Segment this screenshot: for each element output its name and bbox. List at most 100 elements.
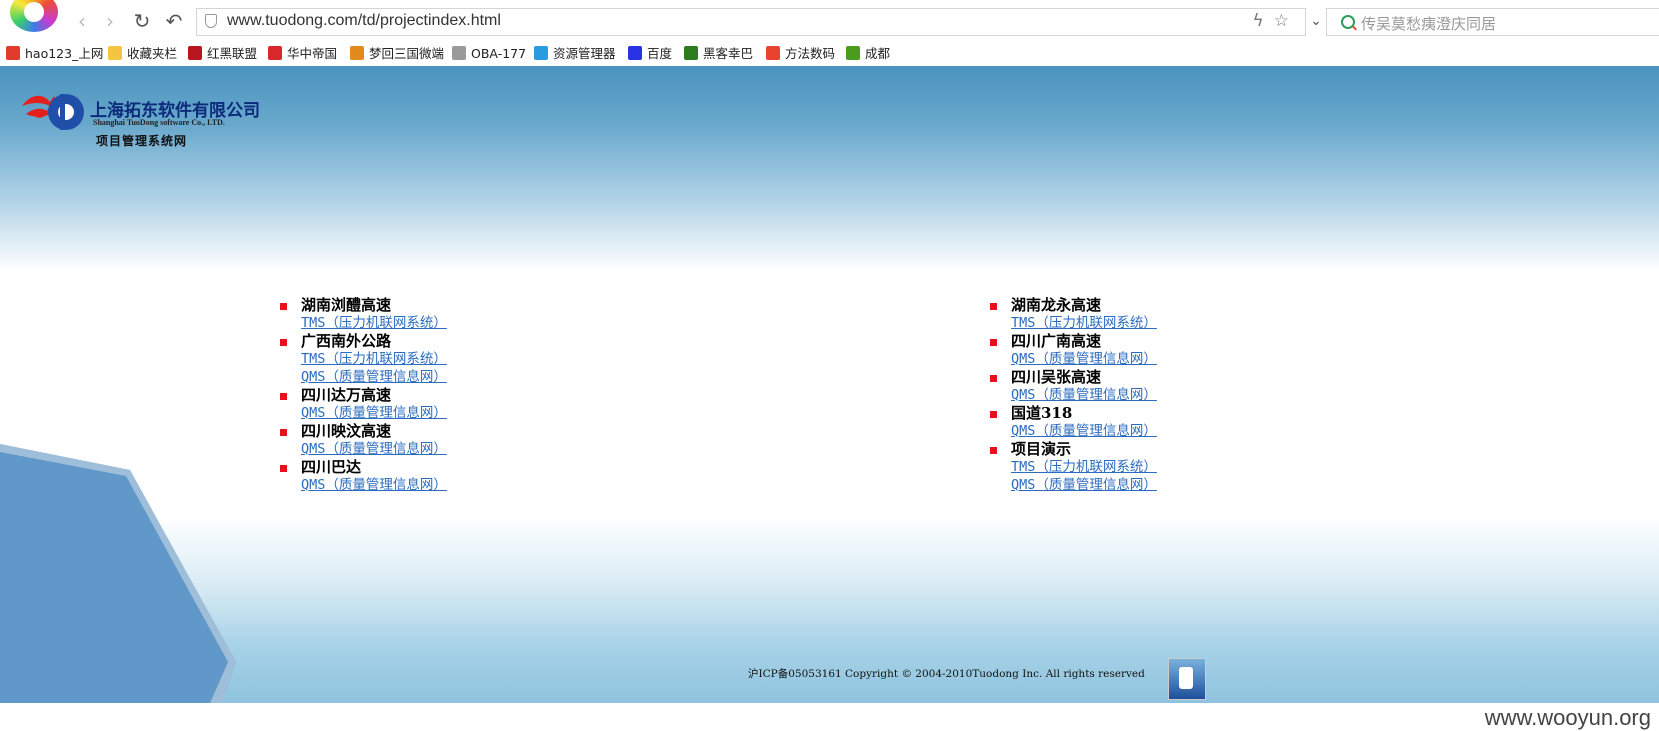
search-icon	[1341, 15, 1355, 29]
bookmark-item[interactable]: 红黑联盟	[188, 45, 257, 63]
page-content: 上海拓东软件有限公司 Shanghai TuoDong software Co.…	[0, 66, 1659, 703]
bullet-icon	[280, 393, 287, 400]
watermark: www.wooyun.org	[1484, 705, 1651, 730]
project-name: 广西南外公路	[301, 332, 392, 350]
project-name: 四川吴张高速	[1011, 368, 1102, 386]
url-text[interactable]: www.tuodong.com/td/projectindex.html	[227, 12, 501, 30]
bookmark-label: 百度	[647, 46, 673, 61]
bottom-strip: www.wooyun.org	[0, 703, 1659, 730]
bookmark-item[interactable]: 资源管理器	[534, 45, 616, 63]
green-square-icon	[846, 46, 860, 60]
site-subtitle: 项目管理系统网	[96, 134, 188, 148]
globe-icon	[534, 46, 548, 60]
undo-icon[interactable]: ↶	[162, 9, 186, 33]
bookmarks-bar: hao123_上网 收藏夹栏 红黑联盟 华中帝国 梦回三国微端 OBA-177 资源管理器 百…	[0, 42, 1659, 67]
bookmark-label: 红黑联盟	[207, 46, 258, 61]
logo-gear-icon	[22, 94, 84, 130]
bookmark-label: 梦回三国微端	[369, 46, 445, 61]
project-name: 四川巴达	[301, 458, 362, 476]
project-list-right: 湖南龙永高速 TMS（压力机联网系统） 四川广南高速 QMS（质量管理信息网） 四川吴张…	[990, 296, 1157, 494]
project-system-link[interactable]: TMS（压力机联网系统）	[301, 314, 447, 332]
project-name: 项目演示	[1011, 440, 1072, 458]
project-system-link[interactable]: TMS（压力机联网系统）	[1011, 314, 1157, 332]
browser-toolbar: ‹ › ↻ ↶ www.tuodong.com/td/projectindex.…	[0, 0, 1659, 43]
footer-badge-icon[interactable]	[1168, 658, 1206, 700]
project-system-link[interactable]: QMS（质量管理信息网）	[301, 404, 447, 422]
page-icon	[452, 46, 466, 60]
bookmark-item[interactable]: 收藏夹栏	[108, 45, 177, 63]
bookmark-item[interactable]: 梦回三国微端	[350, 45, 444, 63]
bullet-icon	[280, 465, 287, 472]
project-system-link[interactable]: QMS（质量管理信息网）	[1011, 422, 1157, 440]
project-item: 国道318 QMS（质量管理信息网）	[990, 404, 1157, 440]
tree-icon	[684, 46, 698, 60]
bookmark-item[interactable]: 百度	[628, 45, 672, 63]
bookmark-label: 华中帝国	[287, 46, 338, 61]
forward-icon[interactable]: ›	[98, 9, 122, 33]
bullet-icon	[990, 375, 997, 382]
bookmark-label: OBA-177	[471, 46, 527, 61]
project-item: 四川广南高速 QMS（质量管理信息网）	[990, 332, 1157, 368]
project-name: 四川达万高速	[301, 386, 392, 404]
hao123-icon	[6, 46, 20, 60]
dropdown-chevron-icon[interactable]: ⌄	[1304, 9, 1328, 33]
project-name: 四川广南高速	[1011, 332, 1102, 350]
bookmark-item[interactable]: 方法数码	[766, 45, 835, 63]
bookmark-item[interactable]: hao123_上网	[6, 45, 103, 63]
bookmark-label: 收藏夹栏	[127, 46, 178, 61]
project-system-link[interactable]: QMS（质量管理信息网）	[1011, 476, 1157, 494]
project-system-link[interactable]: QMS（质量管理信息网）	[301, 476, 447, 494]
browser-logo-icon	[10, 0, 58, 32]
bookmark-item[interactable]: 成都	[846, 45, 890, 63]
project-system-link[interactable]: TMS（压力机联网系统）	[301, 350, 447, 368]
project-item: 四川巴达 QMS（质量管理信息网）	[280, 458, 447, 494]
bookmark-label: 方法数码	[785, 46, 836, 61]
red-cloud-icon	[268, 46, 282, 60]
bullet-icon	[280, 303, 287, 310]
bullet-icon	[990, 447, 997, 454]
project-system-link[interactable]: QMS（质量管理信息网）	[301, 440, 447, 458]
bullet-icon	[280, 339, 287, 346]
project-system-link[interactable]: QMS（质量管理信息网）	[1011, 350, 1157, 368]
folder-icon	[108, 46, 122, 60]
shield-icon	[188, 46, 202, 60]
bookmark-item[interactable]: 华中帝国	[268, 45, 337, 63]
project-item: 四川达万高速 QMS（质量管理信息网）	[280, 386, 447, 422]
search-input[interactable]: 传吴莫愁痍澄庆同居	[1326, 8, 1659, 36]
security-shield-icon	[205, 14, 217, 28]
bullet-icon	[990, 303, 997, 310]
project-system-link[interactable]: QMS（质量管理信息网）	[301, 368, 447, 386]
bookmark-label: 资源管理器	[553, 46, 616, 61]
reload-icon[interactable]: ↻	[130, 9, 154, 33]
back-icon[interactable]: ‹	[70, 9, 94, 33]
project-item: 四川吴张高速 QMS（质量管理信息网）	[990, 368, 1157, 404]
lightning-icon[interactable]: ϟ	[1253, 11, 1274, 31]
bookmark-item[interactable]: OBA-177	[452, 45, 526, 63]
project-item: 项目演示 TMS（压力机联网系统） QMS（质量管理信息网）	[990, 440, 1157, 494]
search-placeholder: 传吴莫愁痍澄庆同居	[1361, 15, 1497, 33]
address-bar-icons: ϟ☆	[1253, 11, 1299, 31]
project-name: 国道318	[1011, 404, 1073, 422]
bookmark-label: 黑客幸巴	[703, 46, 754, 61]
project-item: 湖南浏醴高速 TMS（压力机联网系统）	[280, 296, 447, 332]
project-system-link[interactable]: TMS（压力机联网系统）	[1011, 458, 1157, 476]
project-item: 湖南龙永高速 TMS（压力机联网系统）	[990, 296, 1157, 332]
footer-copyright: 沪ICP备05053161 Copyright © 2004-2010Tuodo…	[748, 668, 1145, 680]
project-item: 广西南外公路 TMS（压力机联网系统） QMS（质量管理信息网）	[280, 332, 447, 386]
address-bar[interactable]: www.tuodong.com/td/projectindex.html ϟ☆	[196, 8, 1306, 36]
bullet-icon	[990, 339, 997, 346]
bullet-icon	[990, 411, 997, 418]
diamond-icon	[766, 46, 780, 60]
bookmark-item[interactable]: 黑客幸巴	[684, 45, 753, 63]
company-logo: 上海拓东软件有限公司 Shanghai TuoDong software Co.…	[20, 84, 280, 164]
bookmark-label: 成都	[865, 46, 891, 61]
bookmark-label: hao123_上网	[25, 46, 104, 61]
baidu-paw-icon	[628, 46, 642, 60]
project-system-link[interactable]: QMS（质量管理信息网）	[1011, 386, 1157, 404]
project-name: 四川映汶高速	[301, 422, 392, 440]
project-name: 湖南浏醴高速	[301, 296, 392, 314]
bullet-icon	[280, 429, 287, 436]
star-icon[interactable]: ☆	[1274, 11, 1299, 31]
project-item: 四川映汶高速 QMS（质量管理信息网）	[280, 422, 447, 458]
project-list-left: 湖南浏醴高速 TMS（压力机联网系统） 广西南外公路 TMS（压力机联网系统） QMS（…	[280, 296, 447, 494]
